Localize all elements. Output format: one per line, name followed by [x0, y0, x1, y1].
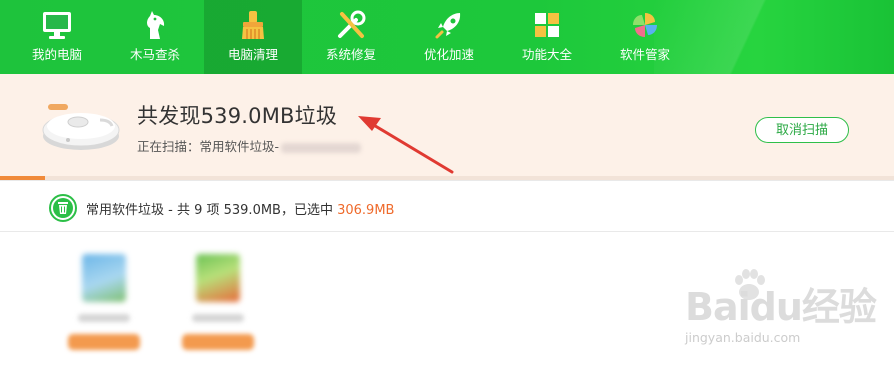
nav-item-software-manager[interactable]: 软件管家 [596, 0, 694, 74]
monitor-icon [40, 8, 74, 42]
app-icon [82, 254, 126, 302]
scan-banner: 共发现539.0MB垃圾 正在扫描：常用软件垃圾- 取消扫描 [0, 74, 894, 180]
selected-size: 306.9MB [337, 203, 395, 218]
app-icon [196, 254, 240, 302]
scan-status-text: 正在扫描：常用软件垃圾- [137, 136, 362, 155]
nav-label: 我的电脑 [31, 47, 82, 62]
trash-icon [49, 194, 77, 222]
category-row[interactable]: 常用软件垃圾 - 共 9 项 539.0MB，已选中 306.9MB [0, 181, 894, 231]
tile-size-bar [182, 334, 254, 350]
watermark-url: jingyan.baidu.com [685, 330, 801, 345]
category-summary: 常用软件垃圾 - 共 9 项 539.0MB，已选中 306.9MB [86, 199, 394, 218]
blurred-path [281, 142, 362, 153]
cancel-scan-button[interactable]: 取消扫描 [755, 117, 849, 143]
nav-item-system-repair[interactable]: 系统修复 [302, 0, 400, 74]
tile-label-blurred [78, 314, 130, 322]
robot-vacuum-icon [38, 96, 124, 154]
nav-item-trojan-scan[interactable]: 木马查杀 [106, 0, 204, 74]
nav-label: 系统修复 [325, 47, 376, 62]
category-summary-text: 常用软件垃圾 - 共 9 项 539.0MB，已选中 [86, 203, 338, 218]
wrench-icon [334, 8, 368, 42]
broom-icon [236, 8, 270, 42]
rocket-icon [432, 8, 466, 42]
tile-label-blurred [192, 314, 244, 322]
nav-item-pc-cleanup[interactable]: 电脑清理 [204, 0, 302, 74]
junk-item-tile[interactable] [68, 254, 140, 354]
nav-label: 电脑清理 [227, 47, 278, 62]
nav-label: 优化加速 [423, 47, 474, 62]
nav-item-all-features[interactable]: 功能大全 [498, 0, 596, 74]
scan-status-label: 正在扫描：常用软件垃圾- [137, 139, 280, 154]
grid-icon [530, 8, 564, 42]
nav-label: 软件管家 [619, 47, 670, 62]
nav-label: 功能大全 [521, 47, 572, 62]
horse-icon [138, 8, 172, 42]
watermark-logo-text: Baidu经验 [685, 285, 877, 329]
top-navigation: 我的电脑 木马查杀 电脑清理 系统修复 优化加速 功能大全 软件管家 [0, 0, 894, 74]
baidu-watermark: Baidu经验 jingyan.baidu.com [655, 269, 885, 352]
nav-label: 木马查杀 [129, 47, 180, 62]
nav-item-speed-up[interactable]: 优化加速 [400, 0, 498, 74]
junk-item-tile[interactable] [182, 254, 254, 354]
scan-result-title: 共发现539.0MB垃圾 [137, 104, 338, 128]
flower-icon [628, 8, 662, 42]
divider [0, 231, 894, 232]
tile-size-bar [68, 334, 140, 350]
nav-item-my-computer[interactable]: 我的电脑 [8, 0, 106, 74]
